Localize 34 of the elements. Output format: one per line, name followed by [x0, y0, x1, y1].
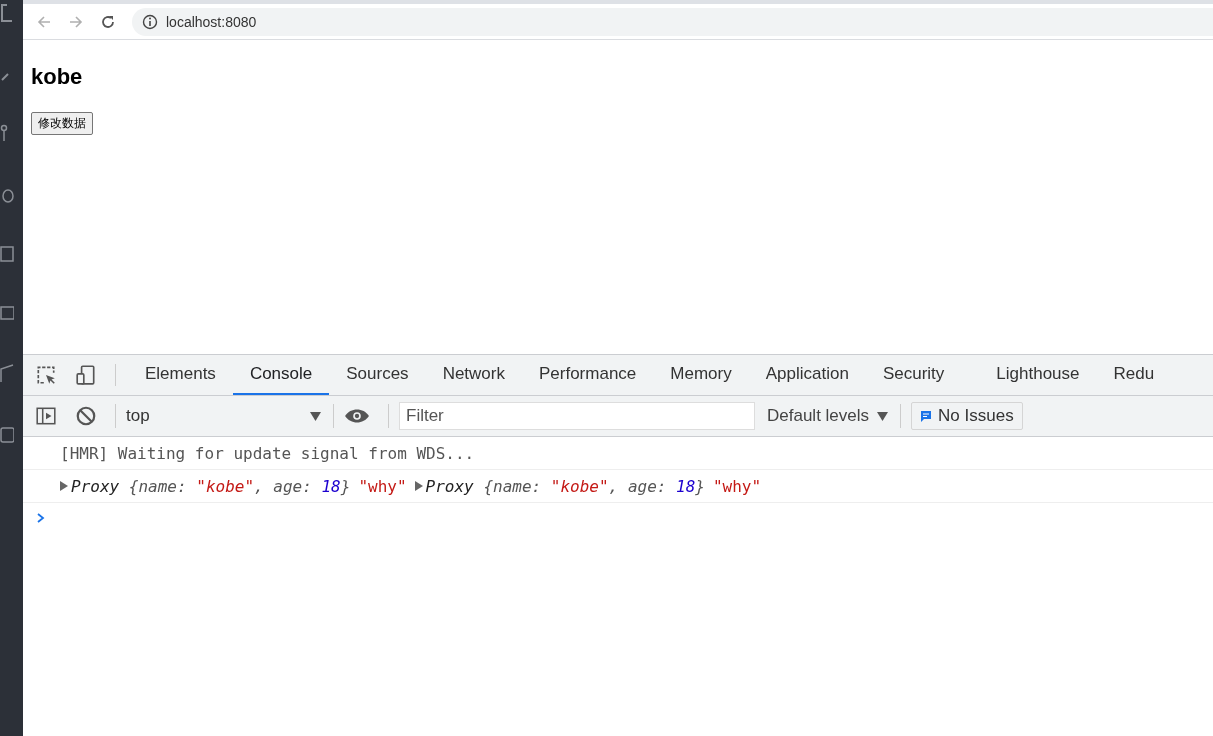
devtools-tab[interactable]: Security: [865, 355, 962, 395]
devtools-tab[interactable]: Elements: [128, 355, 233, 395]
filter-field[interactable]: Filter: [399, 402, 755, 430]
prompt-chevron-icon: [37, 513, 45, 523]
page-heading: kobe: [31, 64, 84, 90]
info-icon[interactable]: [142, 13, 158, 30]
issues-button[interactable]: No Issues: [911, 402, 1023, 430]
string-value: "why": [712, 476, 762, 496]
devtools-tab[interactable]: Network: [425, 355, 522, 395]
address-bar[interactable]: localhost:8080: [132, 7, 1213, 36]
devtools-tab[interactable]: Application: [748, 355, 866, 395]
log-message: [HMR] Waiting for update signal from WDS...: [60, 443, 475, 463]
devtools-tab[interactable]: Sources: [329, 355, 426, 395]
devtools-tab[interactable]: Redu: [1096, 355, 1172, 395]
dropdown-caret-icon: [877, 410, 889, 422]
dropdown-caret-icon: [310, 410, 321, 422]
device-icon[interactable]: [75, 364, 97, 386]
expand-triangle-icon[interactable]: [414, 481, 423, 491]
inspect-icon[interactable]: [35, 364, 57, 386]
sidebar-toggle-icon[interactable]: [35, 405, 57, 427]
object-preview[interactable]: Proxy {name: "kobe", age: 18}: [71, 476, 351, 496]
modify-data-button[interactable]: 修改数据: [31, 112, 93, 135]
expand-triangle-icon[interactable]: [60, 481, 68, 491]
devtools-tab[interactable]: Performance: [522, 355, 654, 395]
clear-icon[interactable]: [75, 405, 97, 427]
string-value: "why": [358, 476, 407, 496]
devtools-tab[interactable]: Lighthouse: [961, 355, 1097, 395]
message-icon: [920, 410, 933, 422]
url-text: localhost:8080: [166, 13, 257, 30]
reload-icon[interactable]: [100, 13, 116, 30]
devtools-tab[interactable]: Memory: [653, 355, 749, 395]
context-select[interactable]: top: [126, 406, 321, 426]
log-levels-dropdown[interactable]: Default levels: [767, 406, 889, 426]
object-preview[interactable]: Proxy {name: "kobe", age: 18}: [425, 476, 705, 496]
